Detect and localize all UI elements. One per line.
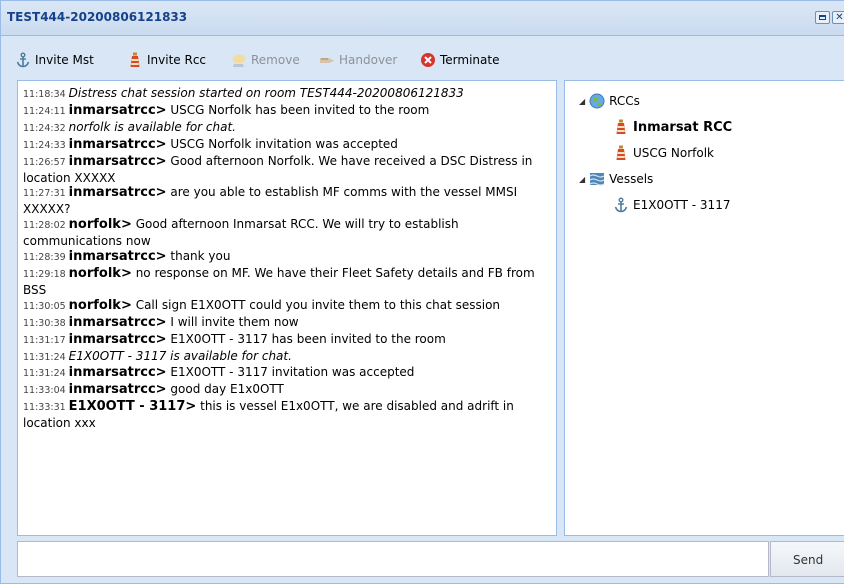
message-sender: inmarsatrcc> [68, 102, 167, 118]
maximize-icon[interactable] [815, 11, 830, 24]
message-sender: inmarsatrcc> [68, 382, 167, 398]
handover-icon [320, 58, 334, 63]
close-icon[interactable]: ✕ [832, 11, 844, 24]
message-sender: inmarsatrcc> [68, 185, 167, 201]
chat-message: 11:31:17 inmarsatrcc> E1X0OTT - 3117 has … [23, 332, 551, 349]
message-timestamp: 11:24:33 [23, 139, 66, 151]
chat-message: 11:28:02 norfolk> Good afternoon Inmarsat… [23, 217, 551, 249]
chat-message: 11:18:34 Distress chat session started on… [23, 86, 551, 103]
message-sender: norfolk> [68, 297, 132, 313]
message-sender: inmarsatrcc> [68, 153, 167, 169]
chat-message: 11:30:38 inmarsatrcc> I will invite them … [23, 315, 551, 332]
expand-arrow-icon[interactable]: ◢ [579, 97, 585, 106]
message-timestamp: 11:18:34 [23, 89, 66, 100]
window-title: TEST444-20200806121833 [7, 10, 188, 24]
tree-item-inmarsat-rcc[interactable]: Inmarsat RCC [613, 119, 732, 135]
message-sender: norfolk> [68, 217, 132, 233]
terminate-icon [421, 53, 435, 67]
message-timestamp: 11:28:39 [23, 252, 66, 264]
message-sender: inmarsatrcc> [68, 249, 167, 265]
rcc-item-label: Inmarsat RCC [633, 119, 733, 135]
message-sender: inmarsatrcc> [68, 365, 167, 381]
lighthouse-icon [616, 145, 626, 160]
message-text: USCG Norfolk invitation was accepted [170, 136, 398, 151]
send-label: Send [793, 553, 824, 567]
message-timestamp: 11:26:57 [23, 156, 66, 168]
rcc-item-label: USCG Norfolk [633, 146, 714, 160]
message-input[interactable] [17, 541, 769, 577]
title-bar[interactable]: TEST444-20200806121833 ✕ [1, 1, 844, 36]
tree-node-rccs[interactable]: ◢ RCCs [579, 93, 640, 109]
invite-mst-button[interactable]: Invite Mst [15, 49, 94, 71]
chat-message: 11:27:31 inmarsatrcc> are you able to est… [23, 185, 551, 217]
message-timestamp: 11:31:24 [23, 351, 66, 363]
chat-message: 11:31:24 inmarsatrcc> E1X0OTT - 3117 invi… [23, 365, 551, 382]
message-sender: norfolk> [68, 265, 132, 281]
vessels-label: Vessels [609, 172, 654, 186]
chat-message: 11:26:57 inmarsatrcc> Good afternoon Norf… [23, 154, 551, 186]
chat-log[interactable]: 11:18:34 Distress chat session started on… [17, 80, 557, 536]
message-text: E1X0OTT - 3117 has been invited to the r… [170, 331, 446, 346]
participants-tree: ◢ RCCs Inmarsat RCC USCG Norfolk ◢ Vesse… [564, 80, 844, 536]
chat-message: 11:30:05 norfolk> Call sign E1X0OTT could… [23, 298, 551, 315]
invite-rcc-button[interactable]: Invite Rcc [127, 49, 206, 71]
message-text: E1X0OTT - 3117 invitation was accepted [170, 365, 415, 380]
message-sender: inmarsatrcc> [68, 331, 167, 347]
message-timestamp: 11:31:17 [23, 334, 66, 346]
anchor-icon [16, 52, 30, 68]
message-timestamp: 11:29:18 [23, 268, 66, 280]
handover-label: Handover [339, 53, 398, 67]
remove-user-icon [232, 54, 246, 67]
handover-button[interactable]: Handover [319, 49, 397, 71]
message-timestamp: 11:24:32 [23, 122, 66, 134]
chat-message: 11:33:31 E1X0OTT - 3117> this is vessel E… [23, 399, 551, 431]
globe-icon [589, 93, 605, 109]
chat-message: 11:29:18 norfolk> no response on MF. We h… [23, 266, 551, 298]
tree-item-uscg-norfolk[interactable]: USCG Norfolk [613, 145, 714, 161]
message-text: E1X0OTT - 3117 is available for chat. [68, 348, 292, 363]
message-text: thank you [170, 249, 231, 264]
invite-mst-label: Invite Mst [35, 53, 94, 67]
message-timestamp: 11:30:05 [23, 300, 66, 312]
chat-message: 11:28:39 inmarsatrcc> thank you [23, 249, 551, 266]
chat-message: 11:24:11 inmarsatrcc> USCG Norfolk has be… [23, 103, 551, 120]
send-button[interactable]: Send [770, 541, 844, 577]
lighthouse-icon [616, 119, 626, 134]
terminate-label: Terminate [440, 53, 500, 67]
message-text: I will invite them now [170, 314, 299, 329]
message-timestamp: 11:27:31 [23, 188, 66, 200]
message-timestamp: 11:33:31 [23, 402, 66, 414]
message-text: USCG Norfolk has been invited to the roo… [170, 102, 430, 117]
message-timestamp: 11:30:38 [23, 317, 66, 329]
waves-icon [589, 173, 605, 186]
message-text: Distress chat session started on room TE… [68, 86, 464, 100]
chat-message: 11:24:33 inmarsatrcc> USCG Norfolk invita… [23, 137, 551, 154]
vessel-item-label: E1X0OTT - 3117 [633, 198, 731, 212]
message-sender: inmarsatrcc> [68, 136, 167, 152]
chat-message: 11:31:24 E1X0OTT - 3117 is available for … [23, 349, 551, 366]
remove-label: Remove [251, 53, 300, 67]
message-sender: E1X0OTT - 3117> [68, 399, 197, 415]
invite-rcc-label: Invite Rcc [147, 53, 207, 67]
tree-item-vessel[interactable]: E1X0OTT - 3117 [613, 197, 730, 213]
chat-window: TEST444-20200806121833 ✕ Invite Mst Invi… [0, 0, 844, 584]
message-text: norfolk is available for chat. [68, 119, 236, 134]
chat-message: 11:24:32 norfolk is available for chat. [23, 120, 551, 137]
expand-arrow-icon[interactable]: ◢ [579, 175, 585, 184]
remove-button[interactable]: Remove [231, 49, 300, 71]
lighthouse-icon [130, 52, 140, 67]
message-timestamp: 11:31:24 [23, 368, 66, 380]
rccs-label: RCCs [609, 94, 640, 108]
toolbar: Invite Mst Invite Rcc Remove Handover Te… [1, 45, 844, 75]
message-sender: inmarsatrcc> [68, 314, 167, 330]
chat-message: 11:33:04 inmarsatrcc> good day E1x0OTT [23, 382, 551, 399]
message-timestamp: 11:24:11 [23, 105, 66, 117]
message-text: Call sign E1X0OTT could you invite them … [135, 297, 501, 312]
terminate-button[interactable]: Terminate [420, 49, 499, 71]
message-timestamp: 11:33:04 [23, 385, 66, 397]
message-timestamp: 11:28:02 [23, 220, 66, 232]
tree-node-vessels[interactable]: ◢ Vessels [579, 171, 653, 187]
message-text: good day E1x0OTT [170, 382, 284, 397]
anchor-icon [614, 197, 628, 213]
